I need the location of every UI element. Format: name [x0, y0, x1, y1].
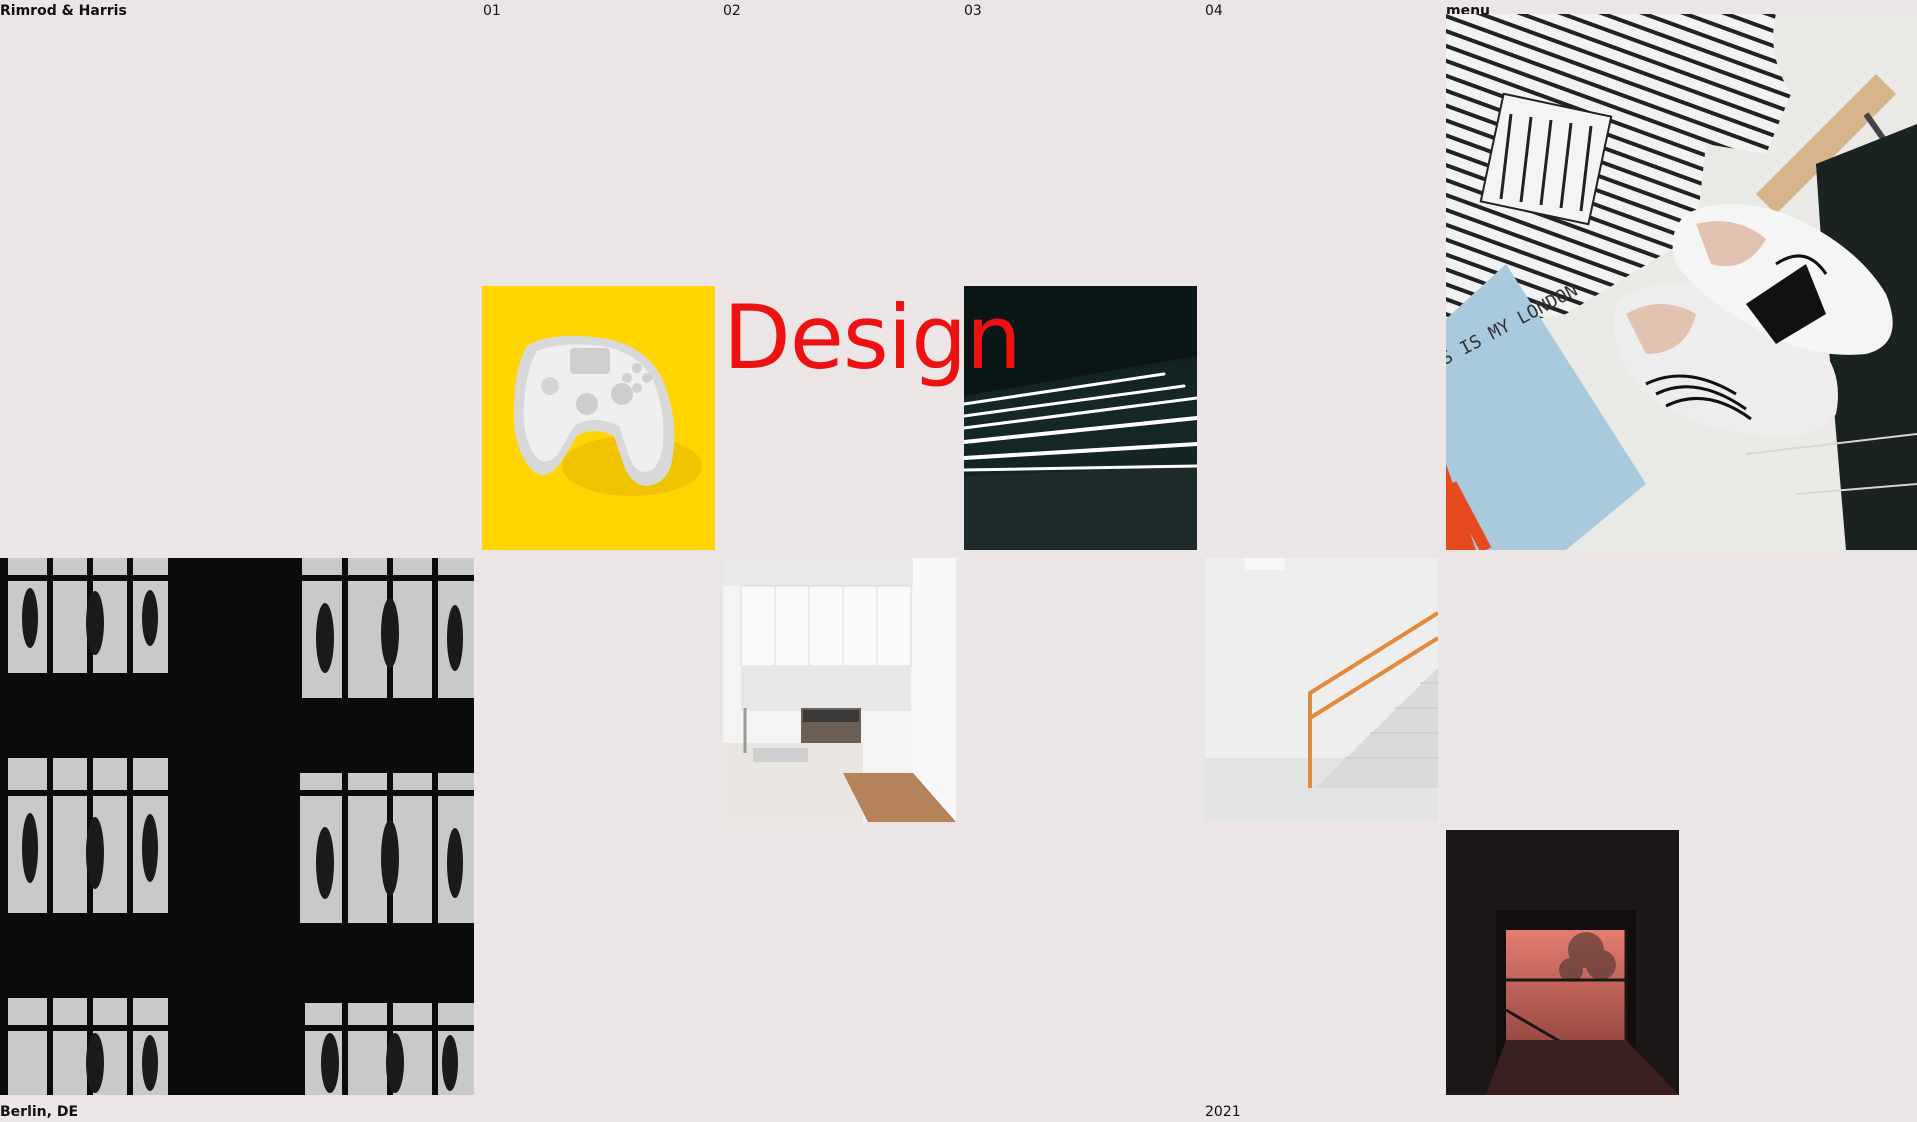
brand-logo[interactable]: Rimrod & Harris — [0, 2, 127, 20]
stairs-photo[interactable] — [1205, 558, 1438, 822]
page: Rimrod & Harris 01 02 03 04 menu Design — [0, 0, 1917, 1122]
nav-item-04[interactable]: 04 — [1205, 2, 1223, 20]
footer-year: 2021 — [1205, 1104, 1241, 1120]
gamepad-image — [482, 286, 715, 550]
nav-item-03[interactable]: 03 — [964, 2, 982, 20]
nav-item-01[interactable]: 01 — [483, 2, 501, 20]
hero-headline: Design — [723, 286, 1022, 389]
sunset-window-photo[interactable] — [1446, 830, 1679, 1095]
fashion-flatlay-photo[interactable]: S IS MY LONDON — [1446, 14, 1917, 550]
kitchen-image — [723, 558, 956, 822]
sunset-window-image — [1446, 830, 1679, 1095]
kitchen-photo[interactable] — [723, 558, 956, 822]
nav-item-02[interactable]: 02 — [723, 2, 741, 20]
footer-location: Berlin, DE — [0, 1104, 79, 1120]
gamepad-photo[interactable] — [482, 286, 715, 550]
fashion-flatlay-image: S IS MY LONDON — [1446, 14, 1917, 550]
store-windows-image — [0, 558, 474, 1095]
store-windows-photo[interactable] — [0, 558, 474, 1095]
stairs-image — [1205, 558, 1438, 822]
